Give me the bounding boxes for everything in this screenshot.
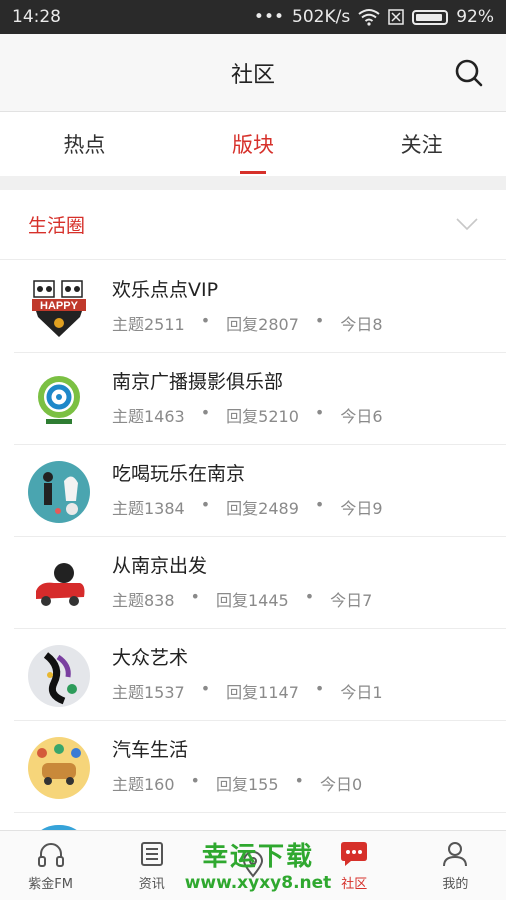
reply-count: 回复1147 (226, 683, 299, 702)
section-header-life-circle[interactable]: 生活圈 (0, 190, 506, 260)
board-name: 吃喝玩乐在南京 (112, 463, 246, 485)
battery-percent: 92% (456, 7, 494, 27)
today-count: 今日6 (340, 407, 383, 426)
board-stats: 主题1537 • 回复1147 • 今日1 (112, 679, 383, 703)
separator-dot: • (314, 495, 325, 514)
separator-dot: • (314, 403, 325, 422)
separator-dot: • (294, 771, 304, 790)
location-icon (242, 850, 264, 878)
separator-dot: • (200, 495, 211, 514)
today-count: 今日7 (330, 591, 373, 610)
board-name: 汽车生活 (112, 739, 189, 761)
separator-dot: • (314, 311, 325, 330)
nav-community[interactable]: 社区 (304, 831, 405, 900)
separator-dot: • (304, 587, 315, 606)
board-stats: 主题1384 • 回复2489 • 今日9 (112, 495, 383, 519)
separator-dot: • (314, 679, 325, 698)
topic-count: 主题2511 (112, 315, 185, 334)
avatar (28, 461, 90, 523)
list-item[interactable]: 吃喝玩乐在南京 主题1384 • 回复2489 • 今日9 (14, 445, 506, 537)
tab-hot[interactable]: 热点 (0, 112, 169, 176)
section-title: 生活圈 (28, 215, 86, 237)
page-title: 社区 (230, 62, 275, 88)
search-icon[interactable] (454, 58, 484, 88)
board-name: 欢乐点点VIP (112, 279, 219, 301)
no-sim-icon (388, 9, 404, 25)
chevron-down-icon[interactable] (456, 217, 478, 232)
reply-count: 回复2489 (226, 499, 299, 518)
separator-dot: • (200, 311, 211, 330)
avatar (28, 645, 90, 707)
nav-news[interactable]: 资讯 (101, 831, 202, 900)
avatar (28, 369, 90, 431)
reply-count: 回复1445 (215, 591, 289, 610)
topic-count: 主题1384 (112, 499, 185, 518)
nav-profile-label: 我的 (442, 877, 469, 892)
tab-bar: 热点 版块 关注 (0, 112, 506, 176)
nav-profile[interactable]: 我的 (405, 831, 506, 900)
today-count: 今日1 (340, 683, 383, 702)
status-bar: 14:28 ••• 502K/s 92% (0, 0, 506, 34)
bottom-nav: 紫金FM 资讯 社区 我的 (0, 830, 506, 900)
topic-count: 主题1537 (112, 683, 185, 702)
list-item[interactable]: 汽车生活 主题160 • 回复155 • 今日0 (14, 721, 506, 813)
today-count: 今日9 (340, 499, 383, 518)
board-stats: 主题1463 • 回复5210 • 今日6 (112, 403, 383, 427)
nav-fm-label: 紫金FM (28, 877, 73, 892)
topic-count: 主题838 (112, 591, 175, 610)
board-name: 大众艺术 (112, 647, 189, 669)
list-item[interactable]: HAPPY 欢乐点点VIP 主题2511 • 回复2807 • 今日8 (14, 261, 506, 353)
status-time: 14:28 (12, 7, 61, 27)
separator-dot: • (190, 587, 200, 606)
separator-dot: • (200, 679, 211, 698)
user-icon (443, 842, 468, 867)
section-divider (0, 176, 506, 190)
app-header: 社区 (0, 34, 506, 112)
today-count: 今日0 (319, 775, 363, 794)
avatar: HAPPY (28, 277, 90, 339)
topic-count: 主题160 (112, 775, 175, 794)
happy-logo-text: HAPPY (40, 300, 79, 312)
nav-location[interactable] (202, 831, 303, 900)
reply-count: 回复2807 (226, 315, 299, 334)
avatar (28, 737, 90, 799)
today-count: 今日8 (340, 315, 383, 334)
list-item[interactable]: 南京广播摄影俱乐部 主题1463 • 回复5210 • 今日6 (14, 353, 506, 445)
nav-community-label: 社区 (341, 877, 368, 892)
board-stats: 主题838 • 回复1445 • 今日7 (112, 587, 372, 611)
tab-boards[interactable]: 版块 (169, 112, 338, 176)
board-stats: 主题2511 • 回复2807 • 今日8 (112, 311, 383, 335)
board-stats: 主题160 • 回复155 • 今日0 (112, 771, 362, 795)
list-item[interactable]: 从南京出发 主题838 • 回复1445 • 今日7 (14, 537, 506, 629)
board-list: HAPPY 欢乐点点VIP 主题2511 • 回复2807 • 今日8 南京广播… (0, 261, 506, 855)
separator-dot: • (190, 771, 200, 790)
board-name: 南京广播摄影俱乐部 (112, 371, 284, 393)
tab-follow[interactable]: 关注 (337, 112, 506, 176)
list-item[interactable]: 大众艺术 主题1537 • 回复1147 • 今日1 (14, 629, 506, 721)
wifi-icon (358, 9, 380, 26)
chat-icon (341, 842, 368, 866)
avatar (28, 553, 90, 615)
nav-fm[interactable]: 紫金FM (0, 831, 101, 900)
separator-dot: • (200, 403, 211, 422)
headphones-icon (37, 843, 64, 867)
signal-dots: ••• (253, 7, 285, 27)
battery-icon (412, 9, 449, 25)
news-icon (140, 842, 163, 866)
reply-count: 回复5210 (226, 407, 299, 426)
network-speed: 502K/s (292, 7, 351, 27)
nav-news-label: 资讯 (138, 877, 165, 892)
reply-count: 回复155 (215, 775, 279, 794)
topic-count: 主题1463 (112, 407, 185, 426)
board-name: 从南京出发 (112, 555, 208, 577)
